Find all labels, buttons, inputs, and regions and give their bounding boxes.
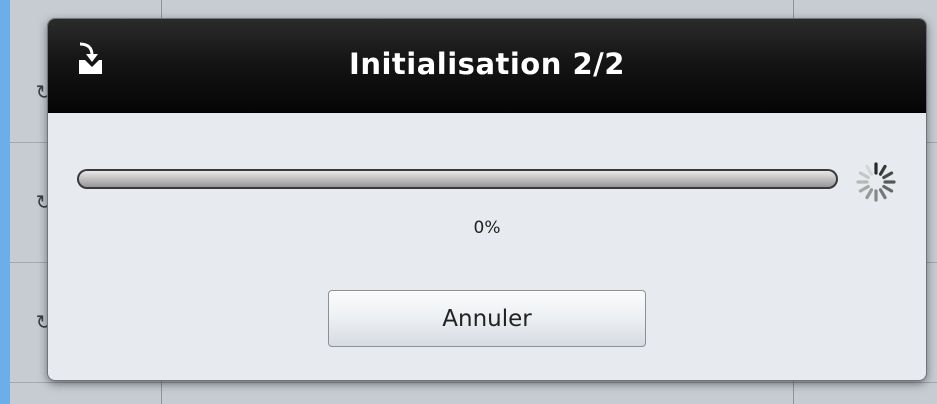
dialog-title: Initialisation 2/2 [349, 47, 625, 81]
progress-percent-label: 0% [473, 218, 501, 238]
spinner-tick [878, 164, 887, 176]
spinner-tick [858, 171, 870, 180]
cancel-button[interactable]: Annuler [328, 290, 646, 347]
spinner-tick [878, 188, 887, 200]
loading-spinner-icon [856, 162, 896, 202]
spinner-tick [882, 184, 894, 193]
spinner-tick [865, 164, 874, 176]
progress-bar [77, 169, 838, 189]
spinner-tick [865, 188, 874, 200]
dialog-body: 0% Annuler [48, 113, 926, 380]
dialog-titlebar: Initialisation 2/2 [48, 19, 926, 113]
spinner-tick [882, 171, 894, 180]
background-row-divider [10, 382, 937, 383]
initialisation-dialog: Initialisation 2/2 0% Annuler [48, 19, 926, 380]
spinner-tick [858, 184, 870, 193]
